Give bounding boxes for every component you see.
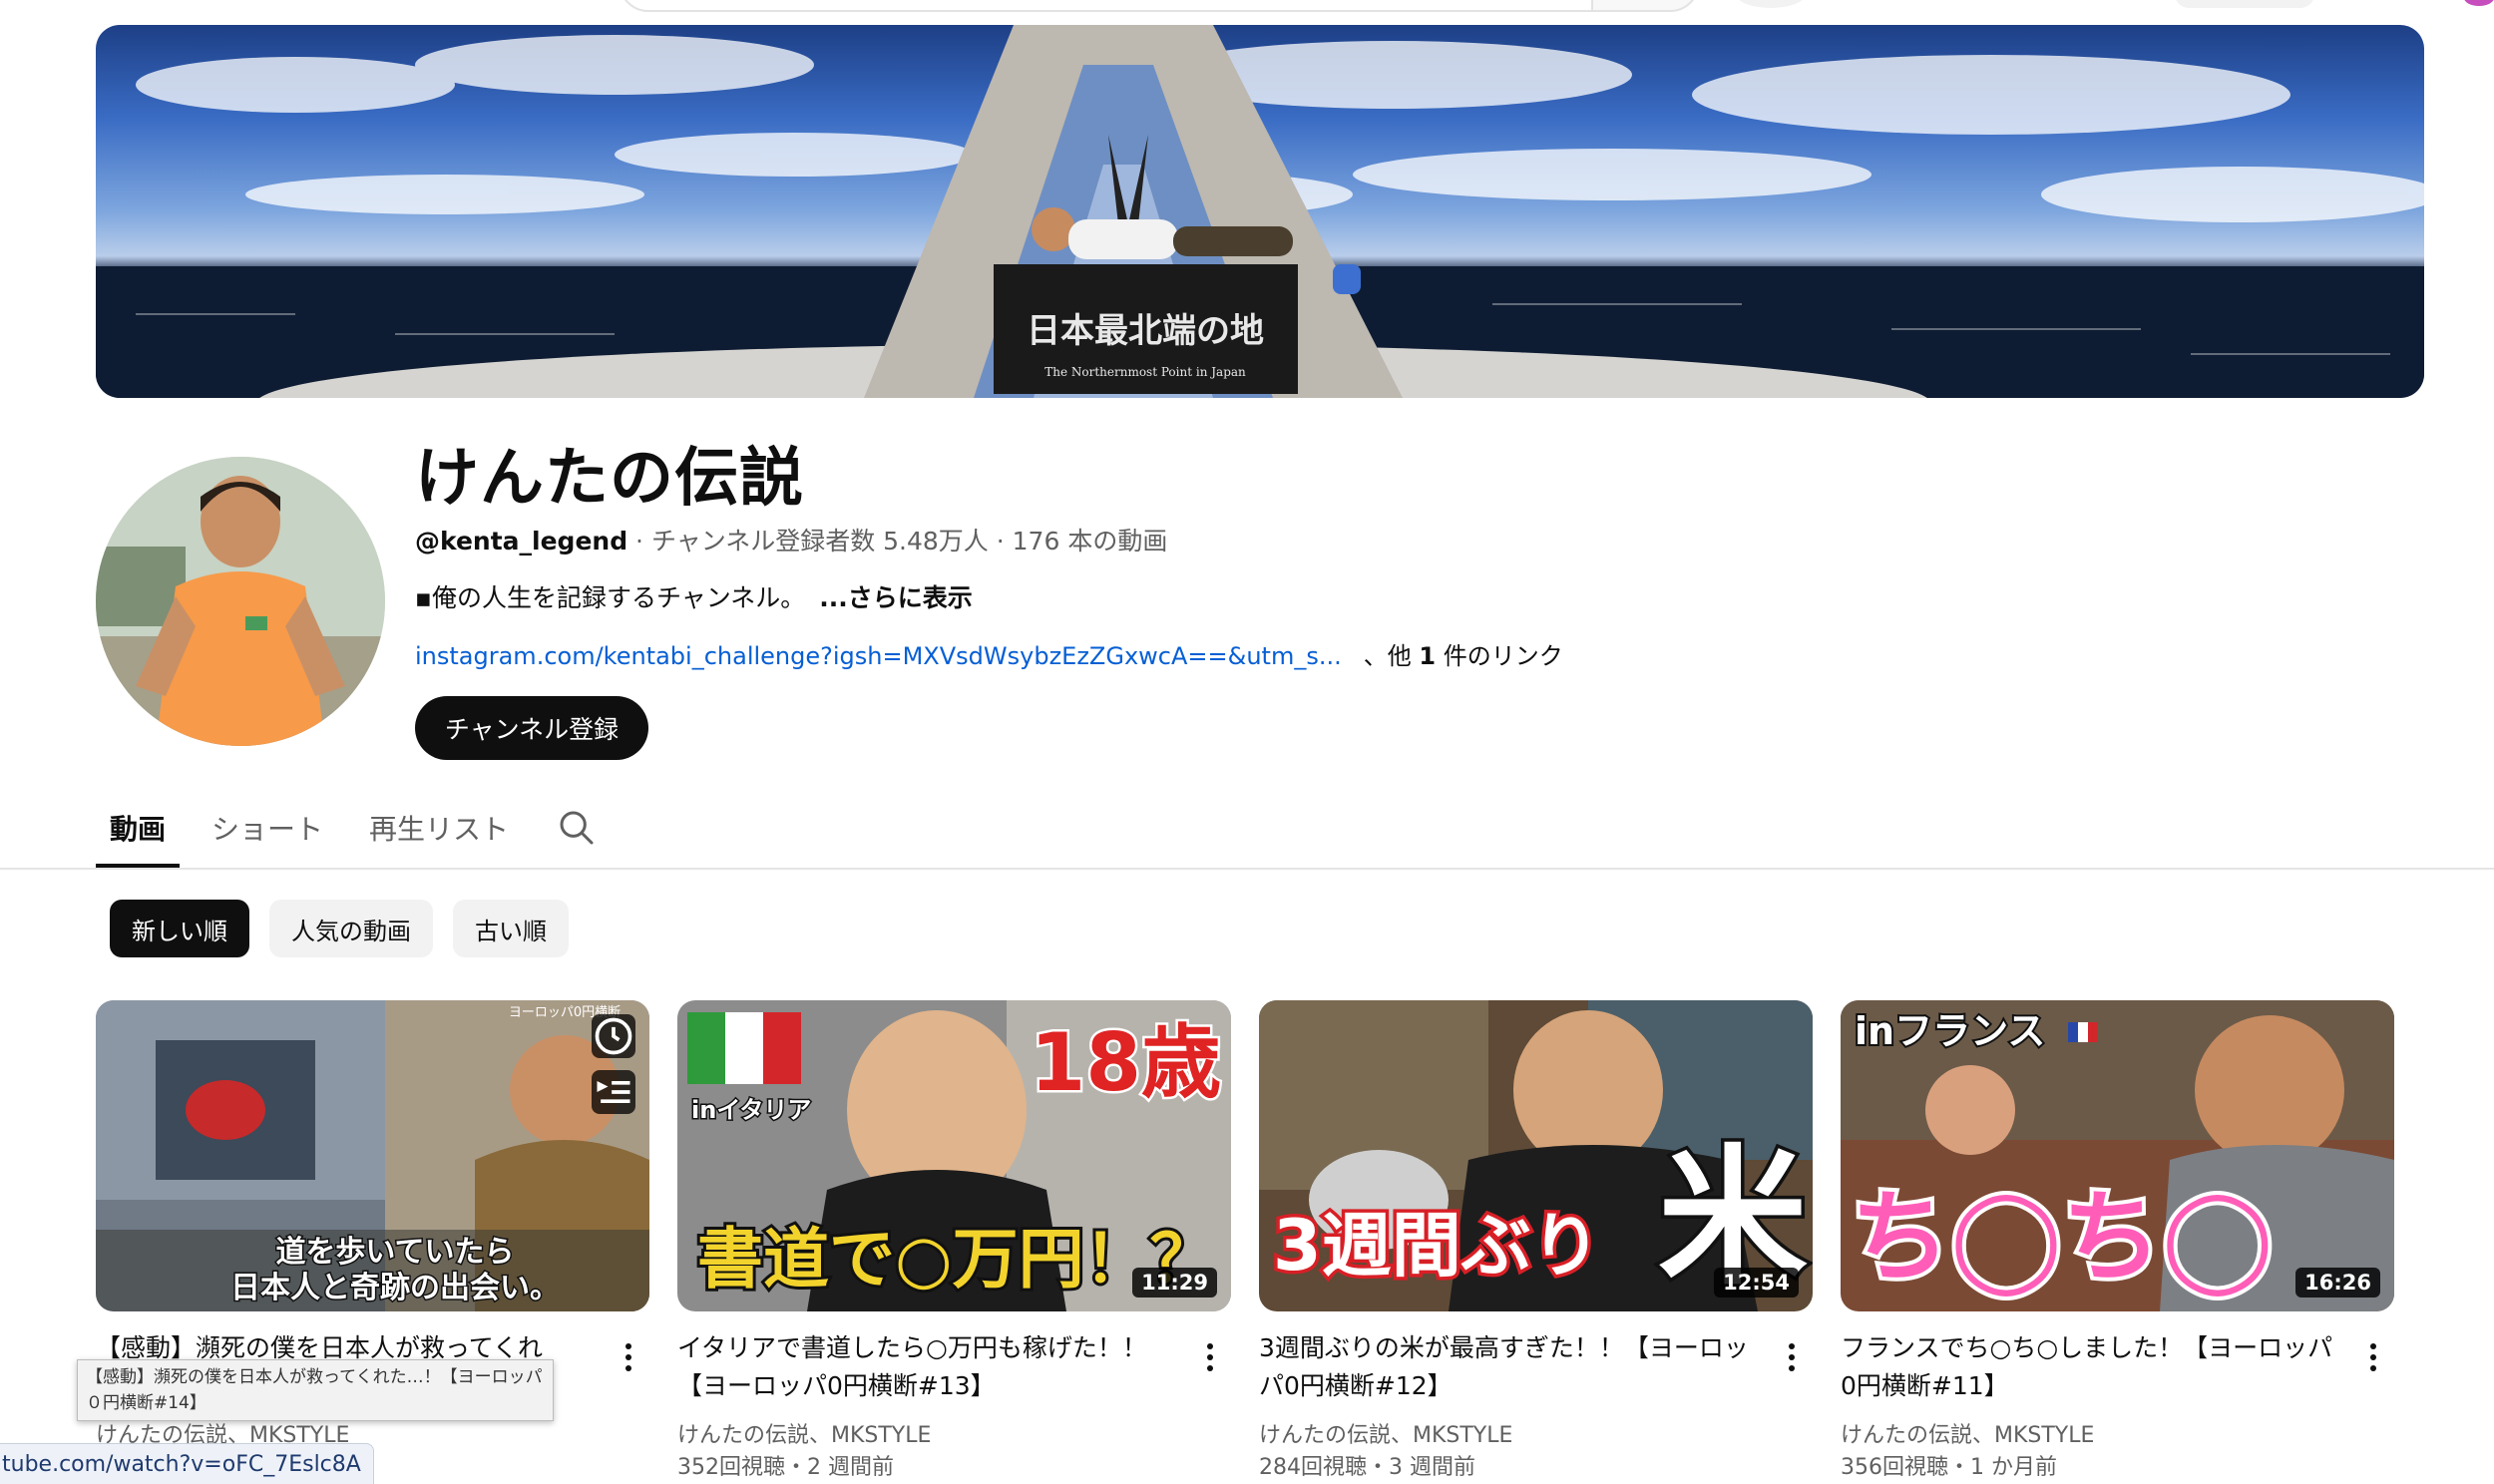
tab-playlists[interactable]: 再生リスト bbox=[355, 788, 523, 868]
tab-videos[interactable]: 動画 bbox=[96, 788, 181, 868]
video-duration: 11:29 bbox=[1132, 1268, 1217, 1298]
video-card[interactable]: 3週間ぶり 米 12:54 3週間ぶりの米が最高すぎた！！【ヨーロッパ0円横断#… bbox=[1259, 1000, 1813, 1480]
chip-newest[interactable]: 新しい順 bbox=[110, 900, 249, 957]
channel-meta: @kenta_legend · チャンネル登録者数 5.48万人 · 176 本… bbox=[415, 522, 1167, 557]
video-title[interactable]: 3週間ぶりの米が最高すぎた！！【ヨーロッパ0円横断#12】 bbox=[1259, 1329, 1763, 1405]
description-text: ▪︎俺の人生を記録するチャンネル。 bbox=[415, 583, 806, 612]
thumb-caption: 道を歩いていたら bbox=[275, 1235, 514, 1270]
video-title[interactable]: イタリアで書道したら○万円も稼げた！！【ヨーロッパ0円横断#13】 bbox=[677, 1329, 1181, 1405]
tabs-divider bbox=[0, 868, 2494, 870]
video-card[interactable]: inイタリア 18歳 書道で○万円！？ 11:29 イタリアで書道したら○万円も… bbox=[677, 1000, 1231, 1480]
subscribe-button[interactable]: チャンネル登録 bbox=[415, 696, 648, 760]
thumb-caption: inフランス bbox=[1855, 1009, 2045, 1053]
video-channel[interactable]: けんたの伝説、MKSTYLE bbox=[1841, 1417, 2094, 1449]
channel-stats: · チャンネル登録者数 5.48万人 · 176 本の動画 bbox=[627, 527, 1168, 556]
search-icon[interactable] bbox=[547, 788, 607, 868]
banner-image: 日本最北端の地 The Northernmost Point in Japan bbox=[96, 25, 2424, 398]
video-stats: 356回視聴・1 か月前 bbox=[1841, 1455, 2057, 1480]
video-card[interactable]: inフランス ち◯ち◯ 16:26 フランスでち○ち○しました！【ヨーロッパ0円… bbox=[1841, 1000, 2394, 1480]
channel-description[interactable]: ▪︎俺の人生を記録するチャンネル。 ...さらに表示 bbox=[415, 578, 973, 614]
video-duration: 12:54 bbox=[1714, 1268, 1799, 1298]
video-duration: 16:26 bbox=[2295, 1268, 2380, 1298]
banner-sign-subtext: The Northernmost Point in Japan bbox=[1044, 365, 1246, 379]
voice-search-fragment[interactable] bbox=[1736, 0, 1806, 8]
queue-icon[interactable] bbox=[592, 1070, 635, 1114]
avatar-image bbox=[96, 457, 385, 746]
more-vert-icon[interactable] bbox=[1777, 1337, 1807, 1377]
more-vert-icon[interactable] bbox=[614, 1337, 643, 1377]
thumb-caption: 18歳 bbox=[1031, 1016, 1221, 1109]
topbar-button-fragment[interactable] bbox=[2175, 0, 2314, 8]
thumb-caption: 日本人と奇跡の出会い。 bbox=[230, 1271, 560, 1305]
more-vert-icon[interactable] bbox=[1195, 1337, 1225, 1377]
video-thumbnail[interactable]: 3週間ぶり 米 12:54 bbox=[1259, 1000, 1813, 1311]
channel-avatar[interactable] bbox=[96, 457, 385, 746]
chip-popular[interactable]: 人気の動画 bbox=[269, 900, 433, 957]
channel-tabs: 動画 ショート 再生リスト bbox=[96, 788, 607, 868]
browser-status-bar: tube.com/watch?v=oFC_7Eslc8A bbox=[0, 1443, 374, 1484]
search-box-fragment[interactable] bbox=[619, 0, 1620, 12]
video-stats: 352回視聴・2 週間前 bbox=[677, 1455, 894, 1480]
clock-icon[interactable] bbox=[592, 1014, 635, 1058]
title-tooltip: 【感動】瀕死の僕を日本人が救ってくれた…！【ヨーロッパ０円横断#14】 bbox=[77, 1359, 554, 1421]
tab-shorts[interactable]: ショート bbox=[198, 788, 337, 868]
channel-links: instagram.com/kentabi_challenge?igsh=MXV… bbox=[415, 636, 1563, 671]
video-stats: 284回視聴・3 週間前 bbox=[1259, 1455, 1475, 1480]
account-avatar-fragment[interactable] bbox=[2464, 0, 2494, 6]
video-thumbnail[interactable]: 道を歩いていたら 日本人と奇跡の出会い。 ヨーロッパ0円横断 bbox=[96, 1000, 649, 1311]
instagram-link[interactable]: instagram.com/kentabi_challenge?igsh=MXV… bbox=[415, 642, 1342, 670]
other-links-link[interactable]: 、他 1 件のリンク bbox=[1364, 642, 1563, 670]
chip-oldest[interactable]: 古い順 bbox=[453, 900, 569, 957]
show-more-link[interactable]: ...さらに表示 bbox=[819, 583, 973, 612]
video-channel[interactable]: けんたの伝説、MKSTYLE bbox=[1259, 1417, 1512, 1449]
banner-sign-text: 日本最北端の地 bbox=[1027, 311, 1264, 351]
more-vert-icon[interactable] bbox=[2358, 1337, 2388, 1377]
video-title[interactable]: フランスでち○ち○しました！【ヨーロッパ0円横断#11】 bbox=[1841, 1329, 2344, 1405]
thumb-caption: 3週間ぶり bbox=[1273, 1205, 1601, 1287]
video-thumbnail[interactable]: inフランス ち◯ち◯ 16:26 bbox=[1841, 1000, 2394, 1311]
thumb-caption: inイタリア bbox=[691, 1096, 811, 1124]
channel-name: けんたの伝説 bbox=[415, 442, 804, 514]
sort-chips: 新しい順 人気の動画 古い順 bbox=[110, 900, 569, 957]
video-card[interactable]: 道を歩いていたら 日本人と奇跡の出会い。 ヨーロッパ0円横断 【感動】瀕死の僕を… bbox=[96, 1000, 649, 1448]
video-thumbnail[interactable]: inイタリア 18歳 書道で○万円！？ 11:29 bbox=[677, 1000, 1231, 1311]
thumb-caption: ち◯ち◯ bbox=[1851, 1179, 2274, 1297]
channel-banner: 日本最北端の地 The Northernmost Point in Japan bbox=[96, 25, 2424, 398]
video-channel[interactable]: けんたの伝説、MKSTYLE bbox=[677, 1417, 931, 1449]
channel-handle: @kenta_legend bbox=[415, 527, 628, 556]
search-button-fragment[interactable] bbox=[1591, 0, 1700, 12]
